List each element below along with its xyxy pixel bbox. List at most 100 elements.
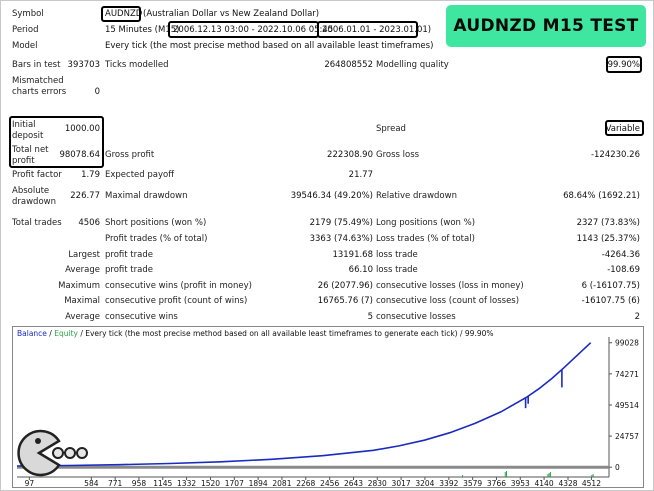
x-tick-label: 584 — [84, 479, 99, 487]
x-tick-label: 4328 — [558, 479, 577, 487]
period-range-highlight — [168, 21, 319, 38]
mcp-label: consecutive profit (count of wins) — [105, 296, 248, 306]
largest-label: Largest — [68, 250, 100, 260]
model-label: Model — [12, 41, 38, 51]
mcp-value: 16765.76 (7) — [317, 296, 373, 306]
y-tick-label: 99028 — [615, 339, 639, 348]
x-tick-label: 2081 — [272, 479, 291, 487]
ptrades-value: 3363 (74.63%) — [309, 234, 373, 244]
mclc-label: consecutive loss (count of losses) — [376, 296, 520, 306]
maxdd-value: 39546.34 (49.20%) — [290, 191, 373, 201]
al-label: loss trade — [376, 265, 418, 275]
x-tick-label: 3392 — [439, 479, 458, 487]
mcl-value: 6 (-16107.75) — [581, 281, 640, 291]
x-tick-label: 3579 — [463, 479, 482, 487]
quality-label: Modelling quality — [376, 60, 449, 70]
mclc-value: -16107.75 (6) — [581, 296, 640, 306]
ap-label: profit trade — [105, 265, 153, 275]
x-tick-label: 4140 — [535, 479, 554, 487]
model-value: Every tick (the most precise method base… — [105, 41, 434, 51]
x-tick-label: 2643 — [344, 479, 363, 487]
x-tick-label: 4512 — [582, 479, 601, 487]
short-value: 2179 (75.49%) — [309, 218, 373, 228]
lp-value: 13191.68 — [332, 250, 373, 260]
y-tick-label: 24757 — [615, 432, 639, 441]
x-tick-label: 2456 — [320, 479, 339, 487]
symbol-label: Symbol — [12, 9, 44, 19]
ll-value: -4264.36 — [601, 250, 640, 260]
ticks-label: Ticks modelled — [105, 60, 169, 70]
balance-line — [16, 342, 592, 467]
trades-value: 4506 — [78, 218, 100, 228]
mcl-label: consecutive losses (loss in money) — [376, 281, 524, 291]
maximal-label: Maximal — [64, 296, 100, 306]
deposit-label: Initial deposit — [12, 120, 44, 141]
acl-value: 2 — [634, 312, 640, 322]
balance-chart: Balance / Equity / Every tick (the most … — [12, 326, 644, 488]
ticks-value: 264808552 — [324, 60, 373, 70]
absdd-value: 226.77 — [70, 191, 100, 201]
spread-label: Spread — [376, 124, 406, 134]
trades-label: Total trades — [12, 218, 62, 228]
mismatch-value: 0 — [94, 87, 100, 97]
ll-label: loss trade — [376, 250, 418, 260]
x-tick-label: 958 — [132, 479, 147, 487]
long-value: 2327 (73.83%) — [576, 218, 640, 228]
acw-label: consecutive wins — [105, 312, 178, 322]
x-tick-label: 1894 — [249, 479, 268, 487]
ltrades-value: 1143 (25.37%) — [576, 234, 640, 244]
bars-label: Bars in test — [12, 60, 61, 70]
reldd-label: Relative drawdown — [376, 191, 457, 201]
pf-value: 1.79 — [81, 170, 100, 180]
bars-value: 393703 — [67, 60, 100, 70]
netprofit-label: Total net profit — [12, 145, 49, 166]
period-label: Period — [12, 25, 39, 35]
grossloss-label: Gross loss — [376, 150, 420, 160]
quality-highlight — [606, 56, 642, 73]
x-tick-label: 1520 — [201, 479, 220, 487]
deposit-value: 1000.00 — [64, 124, 100, 134]
maximum-label: Maximum — [58, 281, 100, 291]
symbol-description: (Australian Dollar vs New Zealand Dollar… — [143, 9, 320, 19]
grossprofit-label: Gross profit — [105, 150, 155, 160]
grossloss-value: -124230.26 — [590, 150, 640, 160]
short-label: Short positions (won %) — [105, 218, 207, 228]
y-tick-label: 49514 — [615, 401, 639, 410]
y-tick-label: 74271 — [615, 370, 639, 379]
ap-value: 66.10 — [348, 265, 373, 275]
mcw-value: 26 (2077.96) — [317, 281, 373, 291]
payoff-value: 21.77 — [348, 170, 373, 180]
acl-label: consecutive losses — [376, 312, 456, 322]
reldd-value: 68.64% (1692.21) — [563, 191, 640, 201]
period-suffix-highlight — [317, 21, 418, 38]
x-tick-label: 2830 — [368, 479, 387, 487]
x-tick-label: 3953 — [511, 479, 530, 487]
pf-label: Profit factor — [12, 170, 62, 180]
average2-label: Average — [65, 312, 100, 322]
ltrades-label: Loss trades (% of total) — [376, 234, 475, 244]
x-tick-label: 1707 — [225, 479, 244, 487]
payoff-label: Expected payoff — [105, 170, 175, 180]
mismatch-label: Mismatched charts errors — [12, 76, 67, 97]
maxdd-label: Maximal drawdown — [105, 191, 188, 201]
x-tick-label: 1332 — [177, 479, 196, 487]
x-tick-label: 1145 — [153, 479, 172, 487]
acw-value: 5 — [367, 312, 373, 322]
pacman-logo-icon — [17, 429, 88, 477]
y-tick-label: 0 — [615, 463, 620, 472]
symbol-highlight — [101, 6, 141, 22]
x-tick-label: 3017 — [392, 479, 411, 487]
al-value: -108.69 — [607, 265, 640, 275]
lp-label: profit trade — [105, 250, 153, 260]
ptrades-label: Profit trades (% of total) — [105, 234, 208, 244]
x-tick-label: 3204 — [415, 479, 434, 487]
absdd-label: Absolute drawdown — [12, 186, 56, 207]
x-tick-label: 771 — [108, 479, 123, 487]
test-title-badge: AUDNZD M15 TEST — [446, 5, 646, 47]
x-tick-label: 2268 — [296, 479, 315, 487]
mcw-label: consecutive wins (profit in money) — [105, 281, 252, 291]
chart-plot: 0 24757 49514 74271 99028 97 584 771 958 1145 1332… — [16, 337, 639, 487]
long-label: Long positions (won %) — [376, 218, 476, 228]
spread-highlight — [605, 120, 644, 136]
x-tick-label: 97 — [25, 479, 35, 487]
